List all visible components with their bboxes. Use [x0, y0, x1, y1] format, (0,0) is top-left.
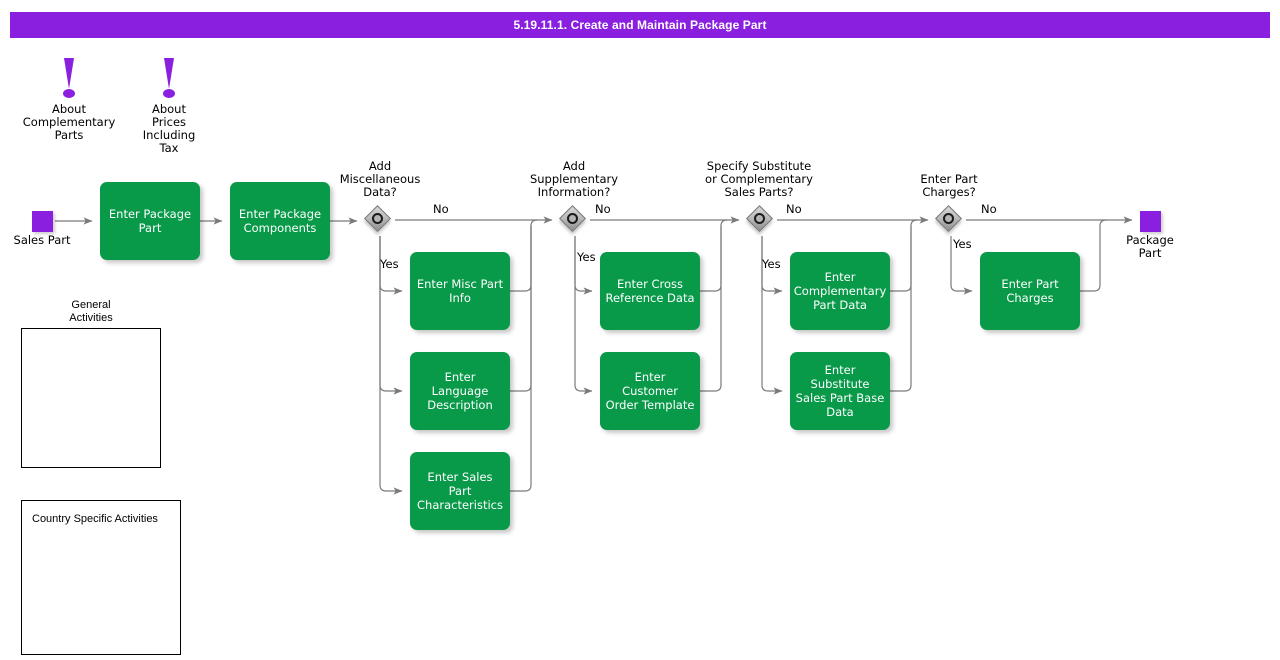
task-enter-package-components[interactable]: Enter Package Components	[230, 182, 330, 260]
diagram-canvas: 5.19.11.1. Create and Maintain Package P…	[0, 0, 1280, 660]
gateway-add-miscellaneous-data-no-label: No	[433, 202, 449, 216]
info-marker-prices-including-tax-label: About Prices Including Tax	[142, 102, 196, 155]
task-enter-misc-part-info[interactable]: Enter Misc Part Info	[410, 252, 510, 330]
gateway-add-supplementary-information[interactable]	[559, 205, 590, 236]
info-marker-complementary-parts[interactable]	[57, 58, 81, 100]
inclusive-gateway-ring-icon	[372, 213, 383, 224]
task-enter-complementary-part-data[interactable]: Enter Complementary Part Data	[790, 252, 890, 330]
task-enter-cross-reference-data[interactable]: Enter Cross Reference Data	[600, 252, 700, 330]
flow-complementary-part-data-merge	[890, 219, 918, 292]
inclusive-gateway-ring-icon	[943, 213, 954, 224]
end-event-package-part[interactable]	[1140, 211, 1161, 232]
inclusive-gateway-ring-icon	[754, 213, 765, 224]
gateway-add-supplementary-information-no-label: No	[595, 202, 611, 216]
exclamation-dot-icon	[63, 89, 75, 98]
exclamation-dot-icon	[163, 89, 175, 98]
connector-layer	[55, 216, 1133, 495]
gateway-add-supplementary-information-yes-label: Yes	[577, 250, 596, 264]
pool-country-specific-activities-label: Country Specific Activities	[32, 513, 158, 525]
task-enter-sales-part-characteristics[interactable]: Enter Sales Part Characteristics	[410, 452, 510, 530]
exclamation-bar-icon	[164, 58, 174, 89]
gateway-enter-part-charges-label: Enter Part Charges?	[920, 172, 978, 199]
gateway-enter-part-charges-yes-label: Yes	[953, 237, 972, 251]
gateway-specify-substitute-label: Specify Substitute or Complementary Sale…	[705, 159, 813, 199]
inclusive-gateway-ring-icon	[567, 213, 578, 224]
task-enter-part-charges[interactable]: Enter Part Charges	[980, 252, 1080, 330]
flow-sales-part-characteristics-merge	[510, 226, 532, 492]
gateway-add-supplementary-information-label: Add Supplementary Information?	[529, 159, 619, 199]
gateway-add-miscellaneous-data[interactable]	[364, 205, 395, 236]
flow-substitute-sales-part-base-data-merge	[890, 226, 912, 392]
flow-customer-order-template-merge	[700, 226, 722, 392]
task-enter-substitute-sales-part-base-data[interactable]: Enter Substitute Sales Part Base Data	[790, 352, 890, 430]
task-enter-language-description[interactable]: Enter Language Description	[410, 352, 510, 430]
gateway-specify-substitute-yes-label: Yes	[762, 257, 781, 271]
flow-yes-misc-to-enter-sales-part-characteristics	[379, 236, 403, 495]
pool-general-activities-label: General Activities	[69, 299, 113, 324]
gateway-enter-part-charges-no-label: No	[981, 202, 997, 216]
task-enter-customer-order-template[interactable]: Enter Customer Order Template	[600, 352, 700, 430]
start-event-label: Sales Part	[13, 233, 71, 247]
flow-cross-reference-data-merge	[700, 219, 728, 292]
info-marker-complementary-parts-label: About Complementary Parts	[22, 102, 116, 142]
exclamation-bar-icon	[64, 58, 74, 89]
flow-language-description-merge	[510, 226, 532, 392]
end-event-label: Package Part	[1126, 233, 1174, 260]
flow-part-charges-merge	[1080, 219, 1107, 292]
task-enter-package-part[interactable]: Enter Package Part	[100, 182, 200, 260]
gateway-enter-part-charges[interactable]	[935, 205, 966, 236]
flow-misc-part-info-merge	[510, 219, 538, 292]
gateway-add-miscellaneous-data-yes-label: Yes	[380, 257, 399, 271]
page-title: 5.19.11.1. Create and Maintain Package P…	[10, 12, 1270, 38]
gateway-add-miscellaneous-data-label: Add Miscellaneous Data?	[339, 159, 421, 199]
info-marker-prices-including-tax[interactable]	[157, 58, 181, 100]
gateway-specify-substitute-or-complementary-sales-parts[interactable]	[746, 205, 777, 236]
pool-general-activities	[21, 328, 161, 468]
gateway-specify-substitute-no-label: No	[786, 202, 802, 216]
start-event-sales-part[interactable]	[32, 211, 53, 232]
